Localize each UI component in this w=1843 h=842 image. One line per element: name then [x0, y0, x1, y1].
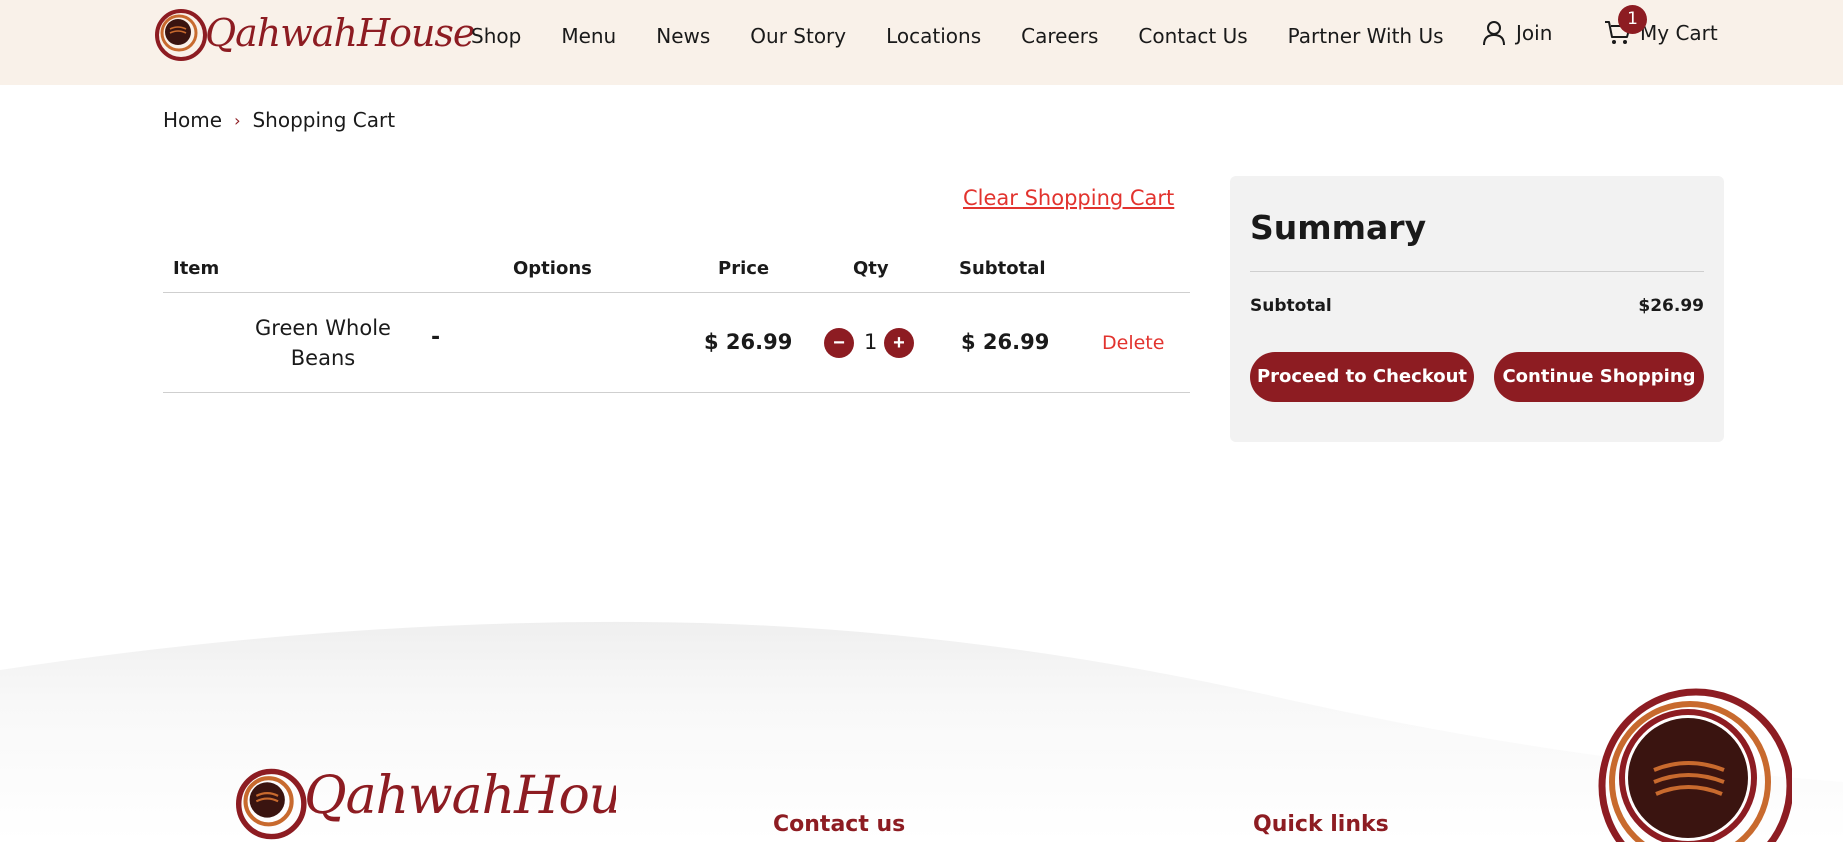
cart-item-name[interactable]: Green Whole Beans [243, 313, 403, 373]
proceed-to-checkout-button[interactable]: Proceed to Checkout [1250, 352, 1474, 402]
user-icon [1483, 21, 1505, 46]
logo-wordmark: QahwahHouse [205, 11, 475, 55]
breadcrumb-home[interactable]: Home [163, 108, 222, 132]
nav-news[interactable]: News [656, 22, 710, 50]
nav-careers[interactable]: Careers [1021, 22, 1098, 50]
footer-quick-links-heading: Quick links [1253, 812, 1389, 837]
footer-cup-emblem-icon [1598, 688, 1792, 842]
nav-shop[interactable]: Shop [471, 22, 521, 50]
table-header-divider [163, 292, 1190, 293]
qty-decrease-button[interactable]: − [824, 328, 854, 358]
summary-subtotal-value: $26.99 [1638, 296, 1704, 316]
column-header-price: Price [718, 258, 770, 279]
footer-logo-cup-icon [236, 768, 307, 840]
site-logo[interactable]: QahwahHouse [155, 5, 475, 69]
summary-divider [1250, 271, 1704, 272]
cart-count-badge: 1 [1618, 5, 1647, 34]
table-row-divider [163, 392, 1190, 393]
nav-partner-with-us[interactable]: Partner With Us [1288, 22, 1444, 50]
footer-contact-heading: Contact us [773, 812, 906, 837]
my-cart-link[interactable]: 1 My Cart [1604, 5, 1718, 46]
join-link[interactable]: Join [1482, 20, 1552, 46]
nav-menu[interactable]: Menu [561, 22, 616, 50]
column-header-options: Options [513, 258, 592, 279]
join-label: Join [1516, 21, 1553, 45]
summary-subtotal-label: Subtotal [1250, 296, 1332, 316]
cart-label: My Cart [1640, 21, 1718, 45]
breadcrumb-separator: › [234, 110, 241, 130]
summary-title: Summary [1250, 208, 1427, 247]
footer-logo-wordmark: QahwahHouse [304, 766, 616, 826]
order-summary-panel: Summary Subtotal $26.99 Proceed to Check… [1230, 176, 1724, 442]
nav-contact-us[interactable]: Contact Us [1138, 22, 1247, 50]
cart-item-subtotal: $ 26.99 [961, 330, 1050, 354]
site-header: QahwahHouse Shop Menu News Our Story Loc… [0, 0, 1843, 85]
logo-cup-icon [155, 9, 207, 61]
qty-value[interactable]: 1 [864, 330, 877, 354]
footer-logo[interactable]: QahwahHouse [236, 762, 616, 842]
breadcrumb: Home › Shopping Cart [163, 108, 395, 132]
delete-item-link[interactable]: Delete [1102, 332, 1164, 354]
qty-increase-button[interactable]: + [884, 328, 914, 358]
nav-locations[interactable]: Locations [886, 22, 981, 50]
breadcrumb-current: Shopping Cart [252, 108, 396, 132]
column-header-qty: Qty [853, 258, 889, 279]
column-header-subtotal: Subtotal [959, 258, 1046, 279]
nav-our-story[interactable]: Our Story [750, 22, 846, 50]
clear-cart-link[interactable]: Clear Shopping Cart [963, 186, 1174, 210]
column-header-item: Item [173, 258, 220, 279]
main-nav: Shop Menu News Our Story Locations Caree… [471, 22, 1484, 50]
cart-item-options: - [431, 325, 441, 350]
cart-item-price: $ 26.99 [704, 330, 793, 354]
continue-shopping-button[interactable]: Continue Shopping [1494, 352, 1704, 402]
